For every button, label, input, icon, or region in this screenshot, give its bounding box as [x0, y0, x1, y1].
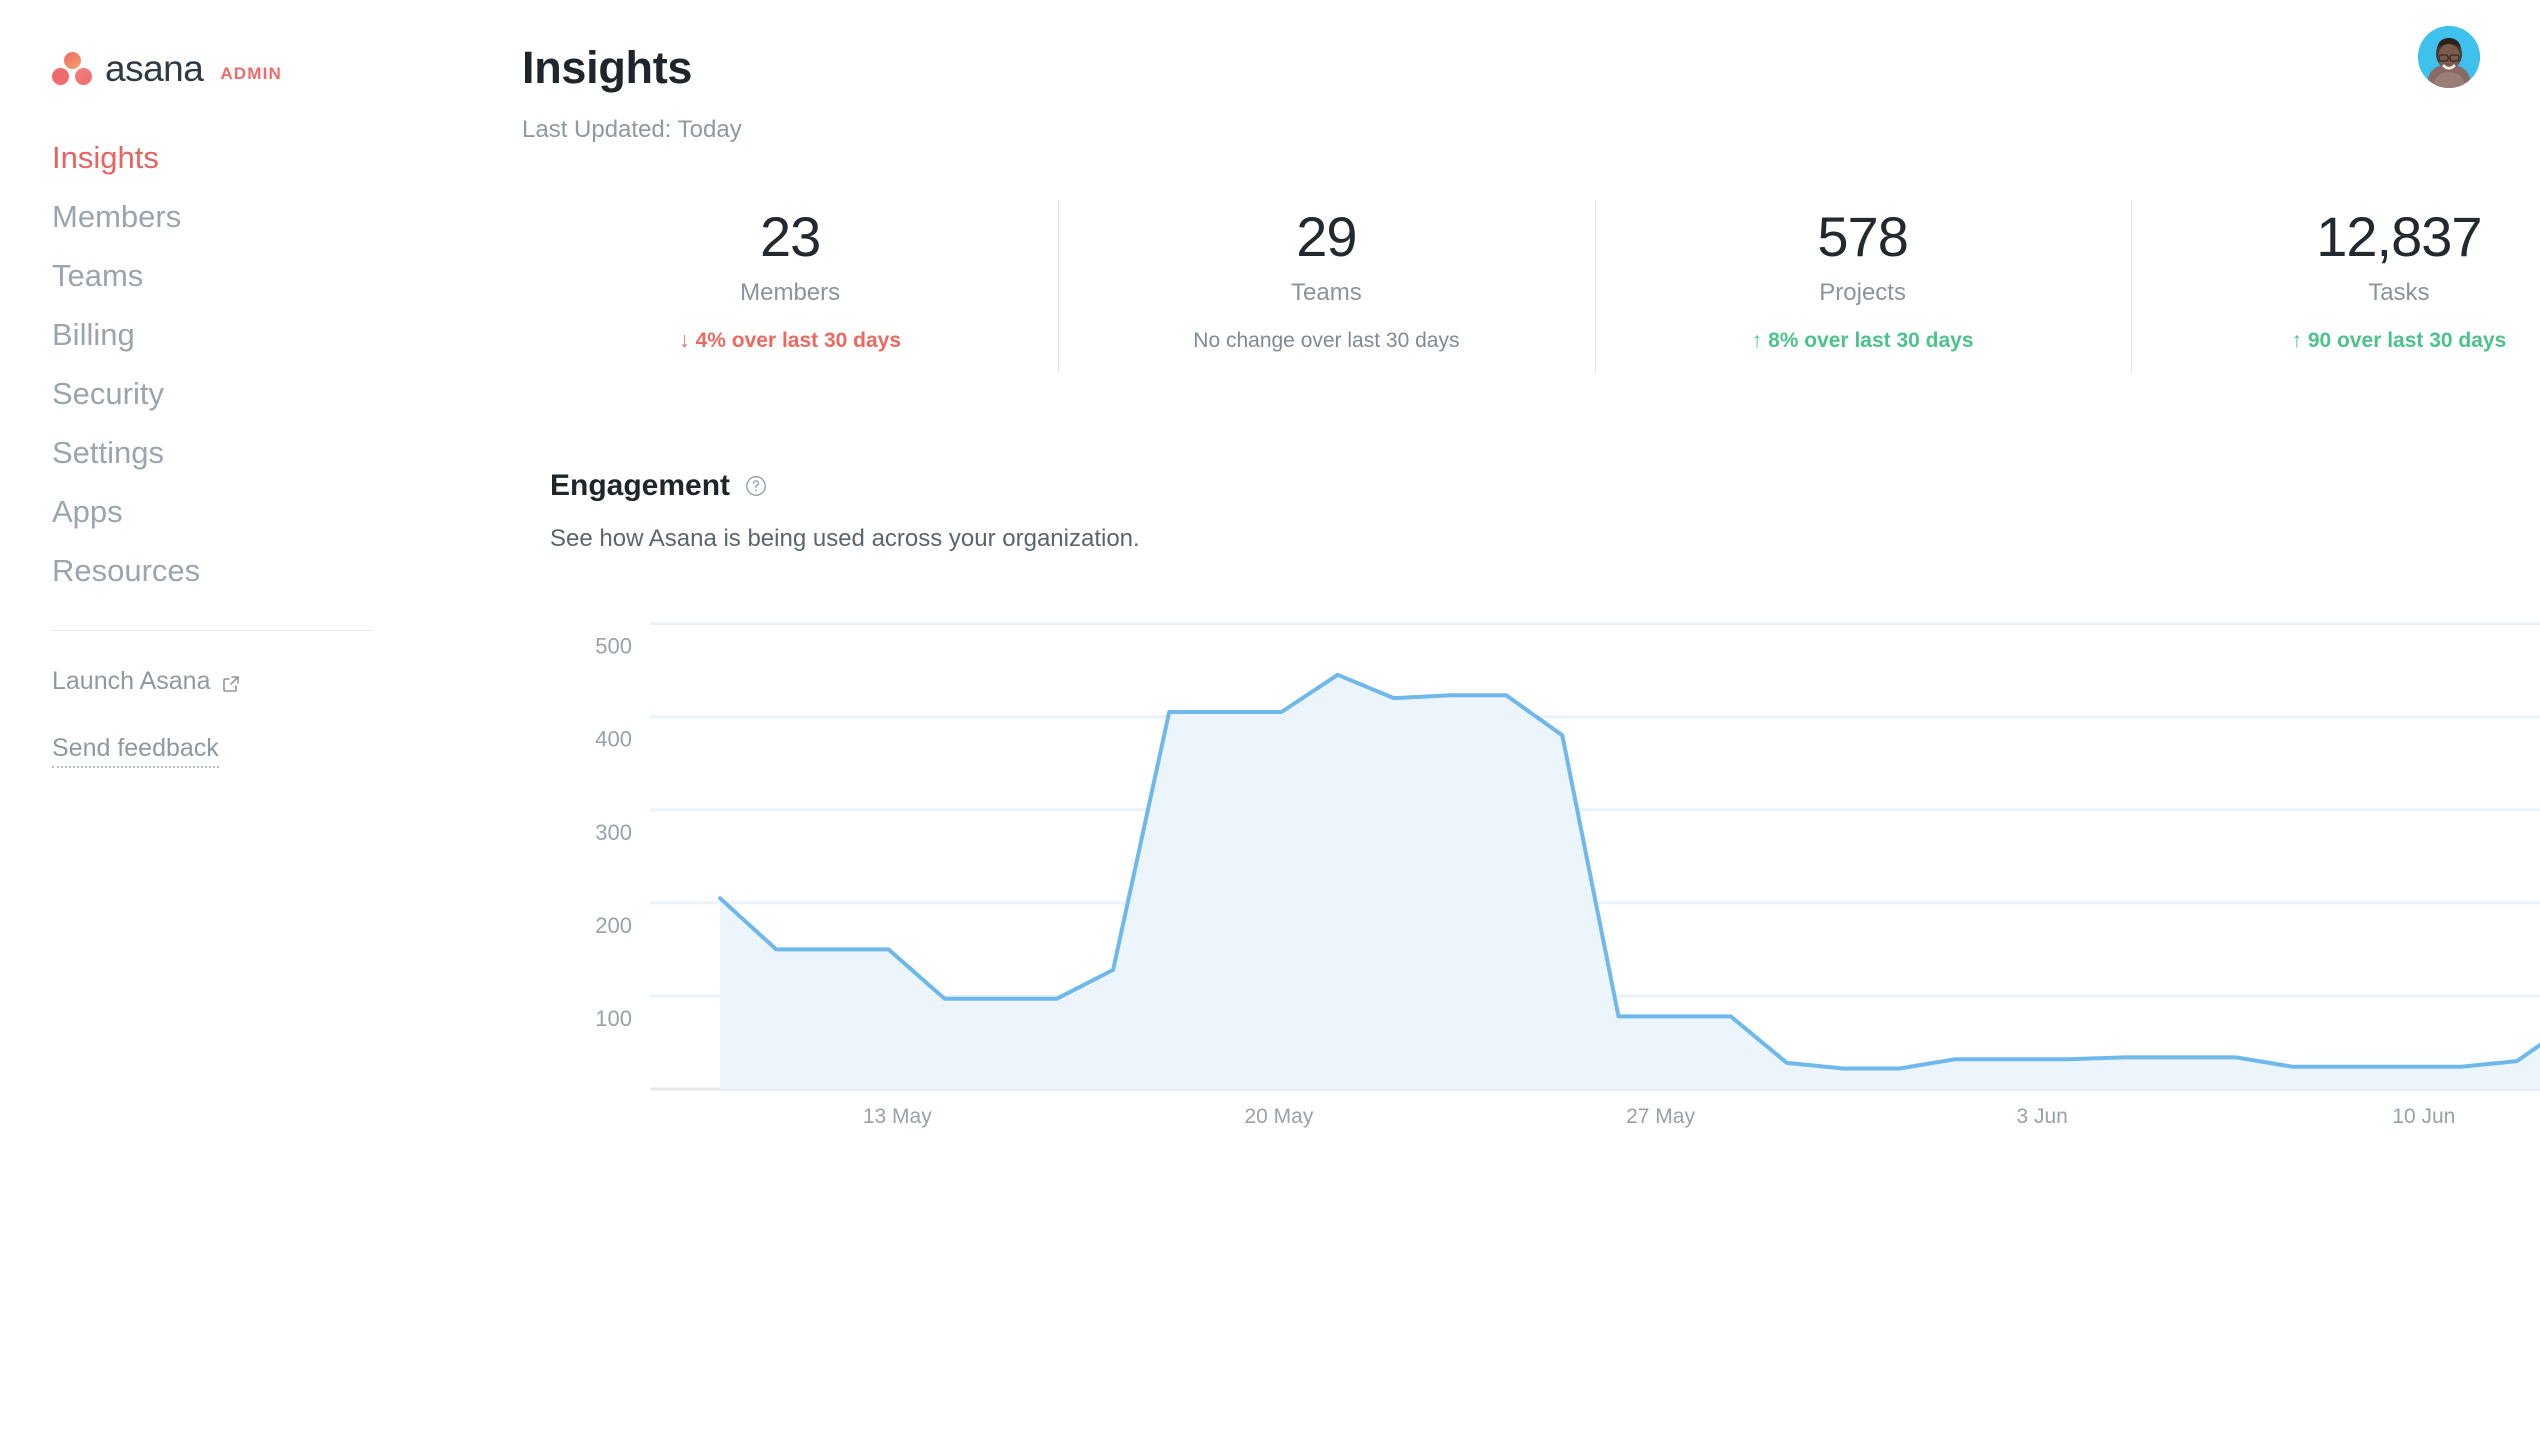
x-axis-tick-label: 3 Jun — [2016, 1105, 2067, 1129]
stat-card-teams: 29 Teams No change over last 30 days — [1058, 192, 1594, 377]
stat-delta: ↑ 90 over last 30 days — [2131, 329, 2540, 353]
launch-asana-link[interactable]: Launch Asana — [52, 667, 241, 696]
sidebar-divider — [52, 630, 372, 631]
delta-text: No change over last 30 days — [1193, 329, 1459, 352]
brand-suffix: ADMIN — [220, 54, 282, 84]
y-axis-tick-label: 400 — [595, 726, 632, 751]
brand-wordmark: asana — [105, 48, 203, 90]
stat-label: Teams — [1058, 279, 1594, 307]
send-feedback-label: Send feedback — [52, 734, 219, 768]
stat-value: 29 — [1058, 208, 1594, 267]
engagement-chart: 100 200 300 400 500 — [550, 597, 2540, 1097]
stat-delta: ↓ 4% over last 30 days — [522, 329, 1058, 353]
launch-asana-label: Launch Asana — [52, 667, 210, 696]
sidebar-item-billing[interactable]: Billing — [52, 319, 510, 378]
stat-value: 12,837 — [2131, 208, 2540, 267]
stat-value: 23 — [522, 208, 1058, 267]
sidebar-item-settings[interactable]: Settings — [52, 437, 510, 496]
insights-page: asana ADMIN Insights Members Teams Billi… — [0, 0, 2540, 1448]
engagement-section: Engagement See how Asana is being used a… — [550, 469, 2540, 1137]
sidebar: asana ADMIN Insights Members Teams Billi… — [0, 0, 510, 1448]
main-content: Insights Last Updated: Today 23 Members — [510, 0, 2540, 1448]
x-axis-tick-label: 10 Jun — [2392, 1105, 2455, 1129]
sidebar-item-teams[interactable]: Teams — [52, 260, 510, 319]
y-axis-tick-label: 300 — [595, 820, 632, 845]
y-axis-tick-label: 500 — [595, 633, 632, 658]
sidebar-item-apps[interactable]: Apps — [52, 496, 510, 555]
brand-logo[interactable]: asana ADMIN — [52, 48, 510, 90]
y-axis-tick-label: 100 — [595, 1006, 632, 1031]
asana-logo-icon — [52, 52, 92, 86]
sidebar-nav: Insights Members Teams Billing Security … — [52, 142, 510, 614]
delta-arrow-up-icon: ↑ — [2291, 329, 2302, 352]
stat-card-projects: 578 Projects ↑ 8% over last 30 days — [1595, 192, 2131, 377]
sidebar-item-members[interactable]: Members — [52, 201, 510, 260]
stat-label: Members — [522, 279, 1058, 307]
sidebar-item-insights[interactable]: Insights — [52, 142, 510, 201]
stat-delta: ↑ 8% over last 30 days — [1595, 329, 2131, 353]
stats-row: 23 Members ↓ 4% over last 30 days 29 Tea… — [522, 192, 2540, 377]
x-axis-tick-label: 27 May — [1626, 1105, 1695, 1129]
stat-label: Tasks — [2131, 279, 2540, 307]
engagement-subtitle: See how Asana is being used across your … — [550, 525, 2540, 553]
help-circle-icon[interactable] — [743, 473, 769, 499]
delta-arrow-down-icon: ↓ — [679, 329, 690, 352]
last-updated-text: Last Updated: Today — [522, 116, 2540, 144]
delta-text: 4% over last 30 days — [696, 329, 901, 352]
stat-card-members: 23 Members ↓ 4% over last 30 days — [522, 192, 1058, 377]
stat-value: 578 — [1595, 208, 2131, 267]
stat-card-tasks: 12,837 Tasks ↑ 90 over last 30 days — [2131, 192, 2540, 377]
chart-area-fill — [720, 675, 2540, 1089]
send-feedback-link[interactable]: Send feedback — [52, 734, 219, 768]
engagement-header: Engagement — [550, 469, 2540, 503]
delta-text: 8% over last 30 days — [1768, 329, 1973, 352]
engagement-area-chart: 100 200 300 400 500 — [550, 597, 2540, 1097]
stat-label: Projects — [1595, 279, 2131, 307]
sidebar-item-security[interactable]: Security — [52, 378, 510, 437]
x-axis-tick-label: 13 May — [863, 1105, 932, 1129]
x-axis-tick-label: 20 May — [1244, 1105, 1313, 1129]
page-title: Insights — [522, 42, 2540, 94]
stat-delta: No change over last 30 days — [1058, 329, 1594, 353]
engagement-title: Engagement — [550, 469, 730, 503]
y-axis-tick-label: 200 — [595, 913, 632, 938]
chart-x-axis: 13 May20 May27 May3 Jun10 Jun17 Jun — [550, 1097, 2540, 1137]
delta-arrow-up-icon: ↑ — [1752, 329, 1763, 352]
avatar[interactable] — [2418, 26, 2480, 88]
delta-text: 90 over last 30 days — [2308, 329, 2506, 352]
external-link-icon — [221, 672, 241, 692]
sidebar-item-resources[interactable]: Resources — [52, 555, 510, 614]
